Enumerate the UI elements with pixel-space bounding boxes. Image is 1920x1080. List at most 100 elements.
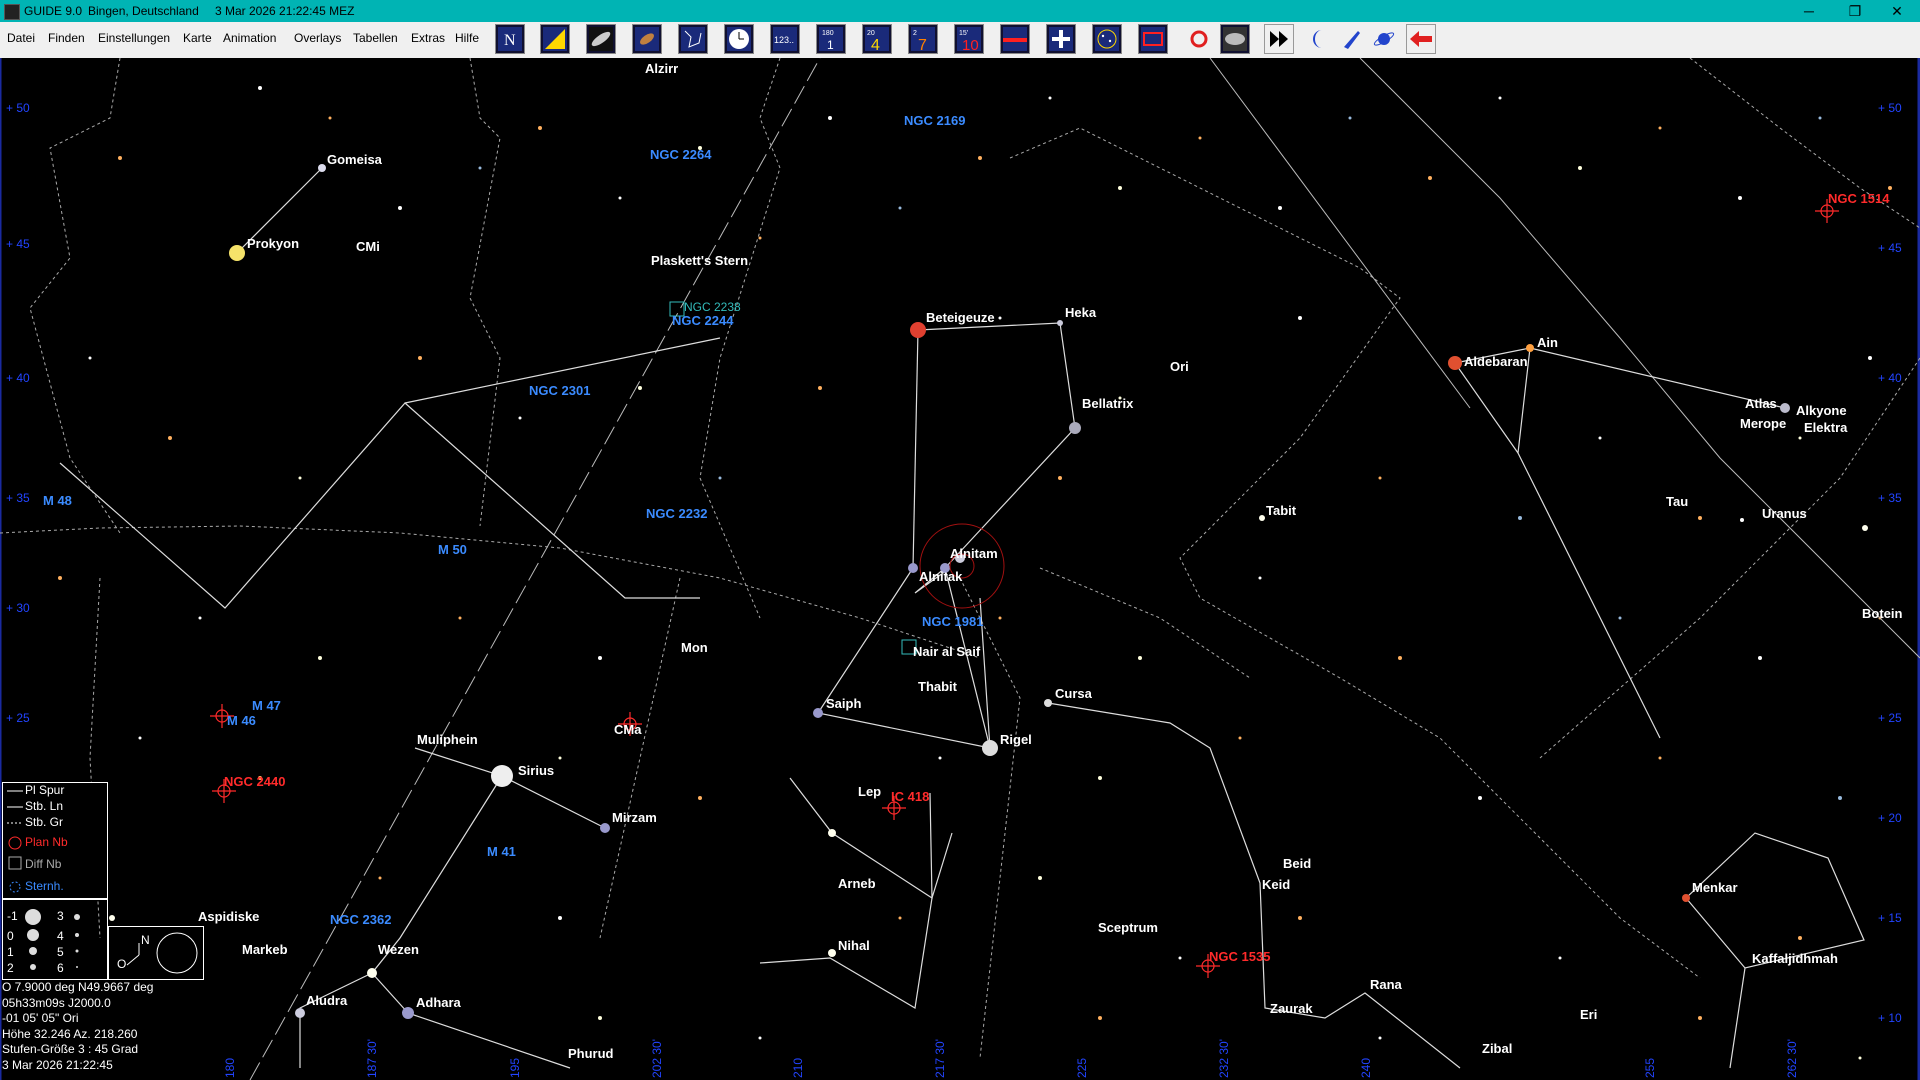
star-label[interactable]: Wezen [378,942,419,957]
deepsky-label[interactable]: M 46 [227,713,256,728]
constellation-label[interactable]: CMa [614,722,642,737]
constellation-label[interactable]: Mon [681,640,708,655]
scope-icon[interactable] [1337,24,1367,54]
menu-datei[interactable]: Datei [7,31,35,45]
fast-forward-icon[interactable] [1264,24,1294,54]
star-label[interactable]: Thabit [918,679,958,694]
star-label[interactable]: Merope [1740,416,1786,431]
star-label[interactable]: Prokyon [247,236,299,251]
star-label[interactable]: Aldebaran [1464,354,1528,369]
galaxy-icon[interactable] [586,24,616,54]
star-label[interactable]: Mirzam [612,810,657,825]
deepsky-label[interactable]: NGC 2244 [672,313,734,328]
numbers-icon[interactable]: 123.. [770,24,800,54]
horizon-icon[interactable] [1000,24,1030,54]
star-label[interactable]: Alnitak [919,569,963,584]
star-label[interactable]: Atlas [1745,396,1777,411]
star-label[interactable]: Tau [1666,494,1688,509]
calendar-7-icon[interactable]: 27 [908,24,938,54]
comet-icon[interactable] [540,24,570,54]
star-label[interactable]: Zaurak [1270,1001,1313,1016]
deepsky-label[interactable]: NGC 2232 [646,506,707,521]
star-label[interactable]: Markeb [242,942,288,957]
constellation-icon[interactable] [678,24,708,54]
star-label[interactable]: Botein [1862,606,1903,621]
menu-hilfe[interactable]: Hilfe [455,31,479,45]
milkyway-icon[interactable] [1138,24,1168,54]
star-label[interactable]: Saiph [826,696,861,711]
star-label[interactable]: Heka [1065,305,1097,320]
back-arrow-icon[interactable] [1406,24,1436,54]
deepsky-label[interactable]: M 50 [438,542,467,557]
constellation-label[interactable]: Ori [1170,359,1189,374]
star-label[interactable]: Beteigeuze [926,310,995,325]
menu-animation[interactable]: Animation [223,31,276,45]
timestep-15-icon[interactable]: 15' 10 [954,24,984,54]
deepsky-label[interactable]: NGC 1981 [922,614,983,629]
clock-icon[interactable] [724,24,754,54]
deepsky-label[interactable]: M 47 [252,698,281,713]
deepsky-label[interactable]: IC 418 [891,789,929,804]
star-label[interactable]: Rigel [1000,732,1032,747]
dss-image-icon[interactable] [1220,24,1250,54]
rotate-180-icon[interactable]: 180 1 [816,24,846,54]
guide-app-icon[interactable] [4,4,20,20]
star-label[interactable]: Alzirr [645,61,678,76]
star-label[interactable]: Sirius [518,763,554,778]
deepsky-label[interactable]: NGC 2301 [529,383,590,398]
menu-extras[interactable]: Extras [411,31,445,45]
menu-finden[interactable]: Finden [48,31,85,45]
sky-chart[interactable]: + 50 + 45 + 40 + 35 + 30 + 25 + 50 + 45 … [0,58,1920,1080]
star-label[interactable]: Nair al Saif [913,644,981,659]
star-label[interactable]: Ain [1537,335,1558,350]
maximize-button[interactable]: ❐ [1832,0,1878,22]
star-label[interactable]: Zibal [1482,1041,1512,1056]
deepsky-label[interactable]: NGC 1535 [1209,949,1270,964]
star-label[interactable]: Muliphein [417,732,478,747]
calendar-20-icon[interactable]: 20 4 [862,24,892,54]
deepsky-label[interactable]: M 48 [43,493,72,508]
red-circle-icon[interactable] [1184,24,1214,54]
star-label[interactable]: Nihal [838,938,870,953]
menu-einstellungen[interactable]: Einstellungen [98,31,170,45]
deepsky-label[interactable]: M 41 [487,844,516,859]
star-label[interactable]: Alkyone [1796,403,1847,418]
planet-label[interactable]: Uranus [1762,506,1807,521]
star-label[interactable]: Arneb [838,876,876,891]
deepsky-label[interactable]: NGC 2169 [904,113,965,128]
sky-chart-svg[interactable]: + 50 + 45 + 40 + 35 + 30 + 25 + 50 + 45 … [0,58,1920,1080]
star-label[interactable]: Adhara [416,995,462,1010]
star-label[interactable]: Aspidiske [198,909,259,924]
planet-icon[interactable] [1369,24,1399,54]
star-label[interactable]: Keid [1262,877,1290,892]
star-label[interactable]: Menkar [1692,880,1738,895]
deepsky-label[interactable]: NGC 2440 [224,774,285,789]
menu-overlays[interactable]: Overlays [294,31,341,45]
star-label[interactable]: Sceptrum [1098,920,1158,935]
close-button[interactable]: ✕ [1874,0,1920,22]
north-icon[interactable]: N [495,24,525,54]
minimize-button[interactable]: ─ [1786,0,1832,22]
star-label[interactable]: Alnitam [950,546,998,561]
star-label[interactable]: Gomeisa [327,152,383,167]
star-label[interactable]: Cursa [1055,686,1093,701]
deepsky-label[interactable]: NGC 1514 [1828,191,1890,206]
star-label[interactable]: Aludra [306,993,348,1008]
star-label[interactable]: Plaskett's Stern [651,253,748,268]
asteroid-icon[interactable] [632,24,662,54]
star-label[interactable]: Phurud [568,1046,614,1061]
deepsky-label[interactable]: NGC 2362 [330,912,391,927]
star-label[interactable]: Beid [1283,856,1311,871]
menu-karte[interactable]: Karte [183,31,212,45]
deepsky-label[interactable]: NGC 2264 [650,147,712,162]
star-label[interactable]: Kaffaljidhmah [1752,951,1838,966]
star-label[interactable]: Elektra [1804,420,1848,435]
star-label[interactable]: Rana [1370,977,1403,992]
star-label[interactable]: Bellatrix [1082,396,1134,411]
constellation-label[interactable]: Lep [858,784,881,799]
deepsky-label[interactable]: NGC 2238 [684,300,741,314]
menu-tabellen[interactable]: Tabellen [353,31,398,45]
starfield-icon[interactable] [1092,24,1122,54]
constellation-label[interactable]: CMi [356,239,380,254]
moon-icon[interactable] [1305,24,1335,54]
